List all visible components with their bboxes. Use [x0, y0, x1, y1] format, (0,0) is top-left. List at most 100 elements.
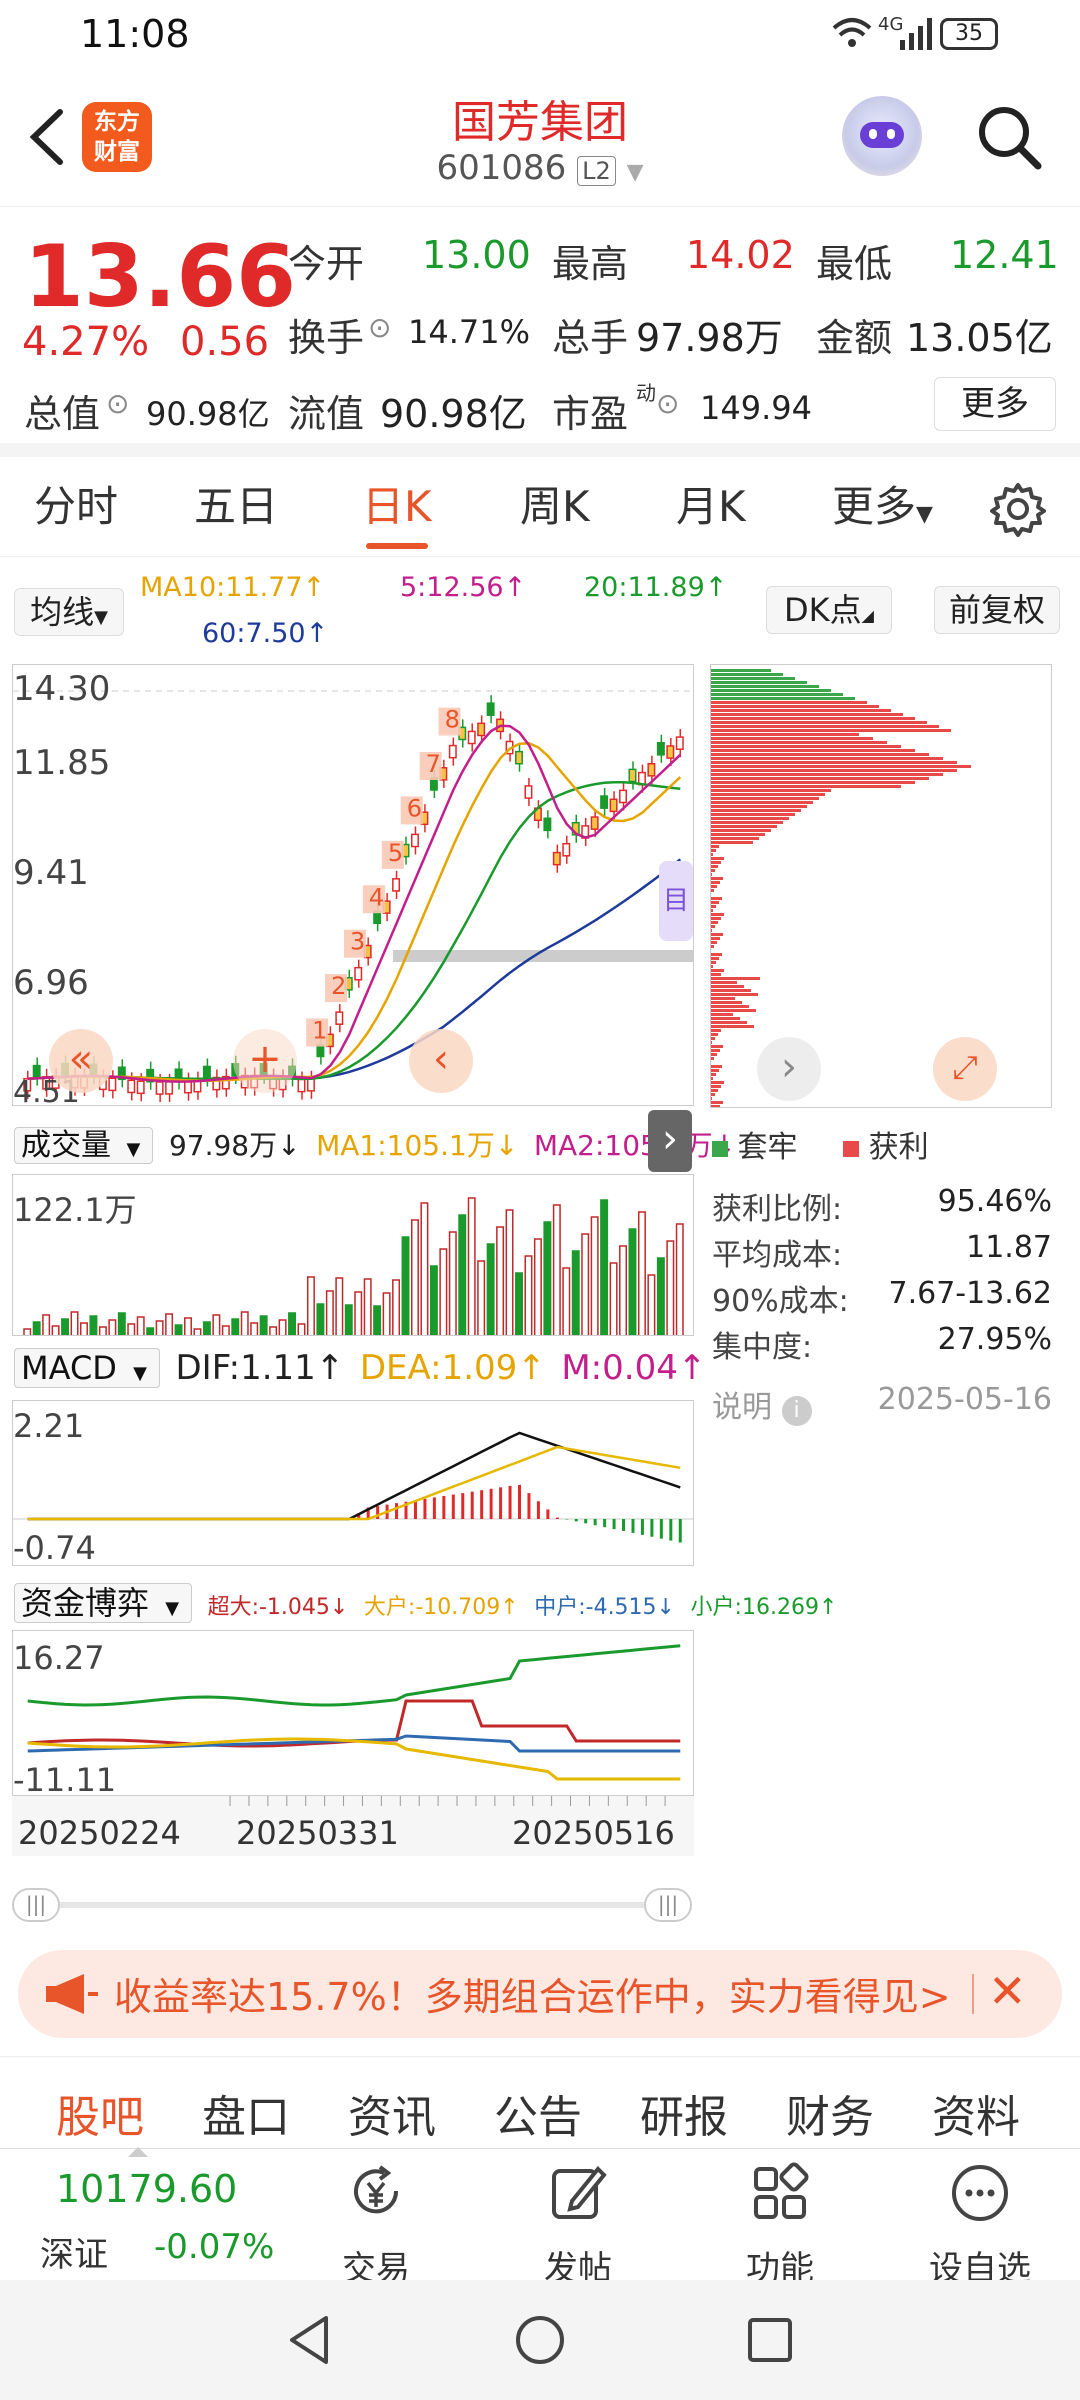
slider-track [32, 1902, 672, 1908]
nav-back-icon[interactable] [280, 2310, 340, 2370]
macd-chart[interactable]: 2.21 -0.74 [12, 1400, 694, 1566]
scroll-left-button[interactable]: ‹ [409, 1029, 473, 1093]
volume-bar [505, 1209, 514, 1335]
tab-weekly-k[interactable]: 周K [520, 457, 590, 557]
stock-name: 国芳集团 [452, 97, 628, 148]
post-button[interactable]: 发帖 [498, 2161, 658, 2290]
back-button[interactable] [18, 102, 78, 172]
kline-chart[interactable]: 12345678 14.30 11.85 9.41 6.96 4.51 « ‹ … [12, 664, 694, 1106]
chip-bar [711, 977, 760, 980]
promo-banner[interactable]: 收益率达15.7%！多期组合运作中，实力看得见> ✕ [18, 1950, 1062, 2038]
slider-handle-left[interactable]: ||| [12, 1888, 60, 1922]
chip-bar [711, 945, 714, 948]
app-logo: 东方 财富 [82, 102, 152, 172]
volume-bar [278, 1319, 287, 1335]
info-icon[interactable]: ⊙ [106, 387, 129, 420]
status-bar: 11:08 4G 35 [0, 0, 1080, 72]
chip-bar [711, 1049, 720, 1052]
volume-chart[interactable]: 122.1万 [12, 1174, 694, 1336]
tab-intraday[interactable]: 分时 [34, 457, 118, 557]
fund-y-top: 16.27 [13, 1639, 105, 1677]
tab-orderbook[interactable]: 盘口 [202, 2081, 290, 2145]
volume-bar [325, 1290, 334, 1335]
tab-five-day[interactable]: 五日 [194, 457, 278, 557]
tab-news[interactable]: 资讯 [348, 2081, 436, 2145]
tab-more[interactable]: 更多▼ [832, 457, 933, 557]
close-icon[interactable]: ✕ [988, 1964, 1027, 2018]
slider-handle-right[interactable]: ||| [644, 1888, 692, 1922]
expand-icon[interactable]: ⤢ [933, 1037, 997, 1101]
chip-bar [711, 805, 807, 808]
fund-select[interactable]: 资金博弈 ▼ [14, 1583, 193, 1623]
volume-bar [543, 1221, 552, 1335]
search-button[interactable] [974, 102, 1044, 176]
chip-bar [711, 821, 783, 824]
ma10-value: MA10:11.77↑ [140, 572, 326, 603]
macd-select[interactable]: MACD ▼ [14, 1348, 160, 1388]
volume-select-label: 成交量 [21, 1128, 111, 1163]
add-watchlist-button[interactable]: 设自选 [900, 2161, 1060, 2290]
trade-button[interactable]: 交易 [296, 2161, 456, 2290]
robot-assistant-icon[interactable] [842, 96, 922, 176]
volume-bar [666, 1240, 675, 1335]
chip-bar [711, 749, 915, 752]
chip-bar [711, 1101, 723, 1104]
info-icon[interactable]: ⊙ [368, 311, 391, 344]
volume-select[interactable]: 成交量 ▼ [14, 1127, 154, 1164]
candle-body [392, 878, 401, 892]
td-mark-text: 4 [369, 883, 384, 911]
candle-body [136, 1080, 145, 1095]
adjust-button[interactable]: 前复权 [934, 586, 1060, 634]
fund-chart[interactable]: 16.27 -11.11 [12, 1630, 694, 1796]
expand-panel-button[interactable]: › [648, 1110, 692, 1172]
chip-bar [711, 709, 891, 712]
tab-finance[interactable]: 财务 [786, 2081, 874, 2145]
ma-select[interactable]: 均线▼ [14, 588, 124, 636]
range-slider[interactable]: ||| ||| [12, 1888, 694, 1922]
chip-bar [711, 877, 723, 880]
chip-bar [711, 765, 971, 768]
volume-bar [552, 1204, 561, 1335]
chip-bar [711, 833, 765, 836]
fund-mid: 中户:-4.515↓ [534, 1595, 675, 1620]
chip-note-row[interactable]: 说明 i 2025-05-16 [712, 1382, 1052, 1426]
signal-icon [900, 18, 934, 54]
chip-bar [711, 761, 957, 764]
ai-side-tab[interactable]: 目 [659, 861, 693, 941]
nav-home-icon[interactable] [510, 2310, 570, 2370]
chip-bar [711, 1077, 713, 1080]
dk-label: DK点 [784, 591, 862, 629]
tab-daily-k[interactable]: 日K [362, 457, 432, 557]
tab-announcements[interactable]: 公告 [494, 2081, 582, 2145]
scroll-left-fast-button[interactable]: « [49, 1029, 113, 1093]
stock-code-row[interactable]: 601086 L2 ▼ [380, 148, 700, 188]
tab-forum[interactable]: 股吧 [56, 2081, 144, 2145]
nav-recents-icon[interactable] [740, 2310, 800, 2370]
tab-monthly-k[interactable]: 月K [676, 457, 746, 557]
volume-bar [231, 1318, 240, 1335]
chip-bar [711, 1053, 717, 1056]
chip-stat-label: 90%成本: [712, 1284, 849, 1319]
tab-profile[interactable]: 资料 [932, 2081, 1020, 2145]
macd-dif-line [27, 1431, 681, 1521]
volume-bar [373, 1305, 382, 1335]
chip-bar [711, 737, 873, 740]
tab-research[interactable]: 研报 [640, 2081, 728, 2145]
info-icon[interactable]: ⊙ [656, 387, 679, 420]
dk-point-button[interactable]: DK点◢ [766, 586, 892, 634]
fund-super: 超大:-1.045↓ [207, 1595, 349, 1620]
crosshair-button[interactable]: + [233, 1029, 297, 1093]
functions-button[interactable]: 功能 [700, 2161, 860, 2290]
more-button[interactable]: 更多 [934, 377, 1056, 431]
volume-bar [193, 1328, 202, 1335]
candle-body [354, 966, 363, 981]
chip-bar [711, 809, 801, 812]
index-ticker[interactable]: 10179.60 深证 -0.07% [0, 2147, 300, 2281]
chip-distribution-chart[interactable]: › ⤢ [710, 664, 1052, 1108]
chip-bar [711, 957, 719, 960]
chip-next-button[interactable]: › [757, 1037, 821, 1101]
settings-button[interactable] [990, 481, 1046, 541]
chip-bar [711, 837, 759, 840]
gear-icon [990, 483, 1046, 537]
chip-bar [711, 725, 939, 728]
